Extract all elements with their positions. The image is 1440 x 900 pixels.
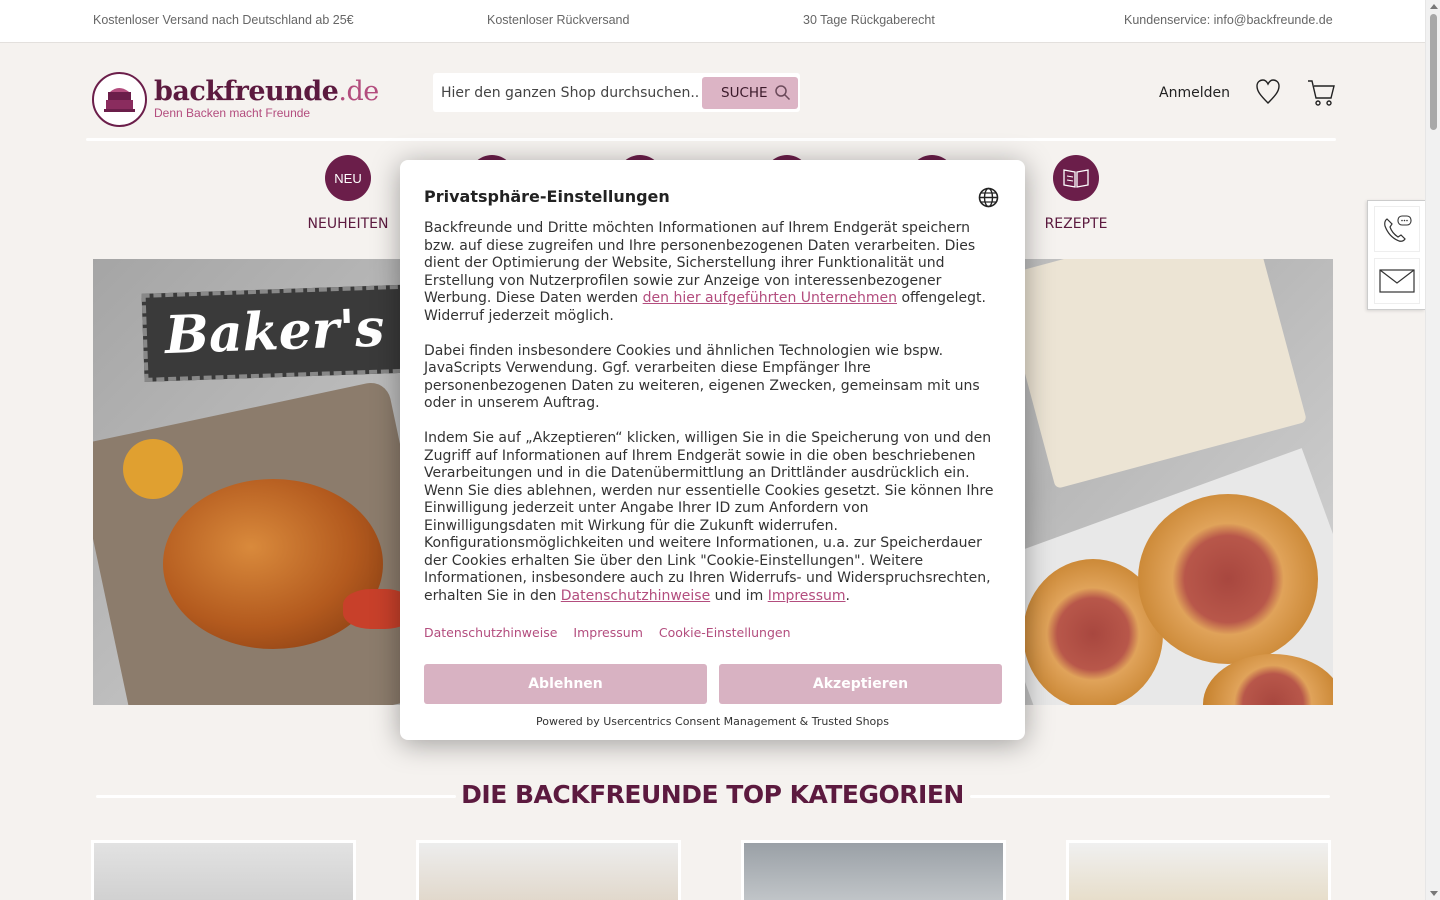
privacy-link[interactable]: Datenschutzhinweise [561,588,710,604]
login-link[interactable]: Anmelden [1159,85,1230,101]
imprint-footer-link[interactable]: Impressum [573,625,642,640]
contact-widget [1367,200,1425,310]
consent-paragraph: Dabei finden insbesondere Cookies und äh… [424,342,980,412]
consent-paragraph: Indem Sie auf „Akzeptieren“ klicken, wil… [424,430,994,604]
imprint-link[interactable]: Impressum [768,588,846,604]
heart-icon[interactable] [1255,78,1281,106]
scrollbar-thumb[interactable] [1430,14,1437,130]
category-image [744,843,1003,900]
hero-headline-sign: Baker's BE [141,284,487,382]
return-policy-info: 30 Tage Rückgaberecht [803,13,935,27]
search-button[interactable]: SUCHE [702,77,798,109]
nav-item-neuheiten[interactable]: NEU NEUHEITEN [298,155,398,232]
recipe-book-icon [1053,155,1099,201]
shipping-info: Kostenloser Versand nach Deutschland ab … [93,13,354,27]
logo-tagline: Denn Backen macht Freunde [154,106,311,120]
logo-wordmark: backfreunde.de [154,76,379,107]
consent-dialog: Privatsphäre-Einstellungen Backfreunde u… [400,160,1025,740]
category-image [1069,843,1328,900]
section-title: DIE BACKFREUNDE TOP KATEGORIEN [461,780,964,809]
consent-text: Backfreunde und Dritte möchten Informati… [424,220,1002,623]
category-card[interactable] [1066,840,1331,900]
category-card[interactable] [741,840,1006,900]
consent-title: Privatsphäre-Einstellungen [424,187,670,206]
header-divider [86,138,1336,141]
consent-paragraph: Backfreunde und Dritte möchten Informati… [424,220,986,324]
search-icon [775,85,791,101]
top-info-bar: Kostenloser Versand nach Deutschland ab … [0,0,1425,43]
nav-label-rezepte: REZEPTE [1044,216,1108,232]
logo[interactable]: backfreunde.de Denn Backen macht Freunde [92,72,392,128]
consent-buttons: Ablehnen Akzeptieren [424,664,1002,704]
new-badge-icon: NEU [325,155,371,201]
cart-icon[interactable] [1307,78,1335,108]
phone-chat-icon[interactable] [1374,206,1420,252]
hero-board-image [998,259,1308,489]
category-card[interactable] [91,840,356,900]
search-input[interactable] [441,73,699,112]
category-card[interactable] [416,840,681,900]
hero-vegetable [123,439,183,499]
scroll-up-arrow-icon[interactable] [1430,4,1438,9]
scroll-down-arrow-icon[interactable] [1430,891,1438,896]
category-image [94,843,353,900]
privacy-footer-link[interactable]: Datenschutzhinweise [424,625,557,640]
mail-icon[interactable] [1374,258,1420,304]
returns-info: Kostenloser Rückversand [487,13,630,27]
hero-pudding-image [1138,494,1318,664]
nav-item-rezepte[interactable]: REZEPTE [1026,155,1126,232]
accept-button[interactable]: Akzeptieren [719,664,1002,704]
cookie-settings-link[interactable]: Cookie-Einstellungen [659,625,791,640]
globe-icon[interactable] [978,187,999,208]
page-scrollbar[interactable] [1425,0,1440,900]
companies-link[interactable]: den hier aufgeführten Unternehmen [643,290,897,306]
cake-logo-icon [92,72,147,127]
search-button-label: SUCHE [721,85,768,101]
consent-footer-links: Datenschutzhinweise Impressum Cookie-Ein… [424,625,803,640]
search-bar: SUCHE [433,73,800,112]
category-image [419,843,678,900]
deny-button[interactable]: Ablehnen [424,664,707,704]
powered-by-text: Powered by Usercentrics Consent Manageme… [535,715,889,728]
nav-label-neuheiten: NEUHEITEN [307,216,389,232]
customer-service-link[interactable]: Kundenservice: info@backfreunde.de [1124,13,1333,27]
